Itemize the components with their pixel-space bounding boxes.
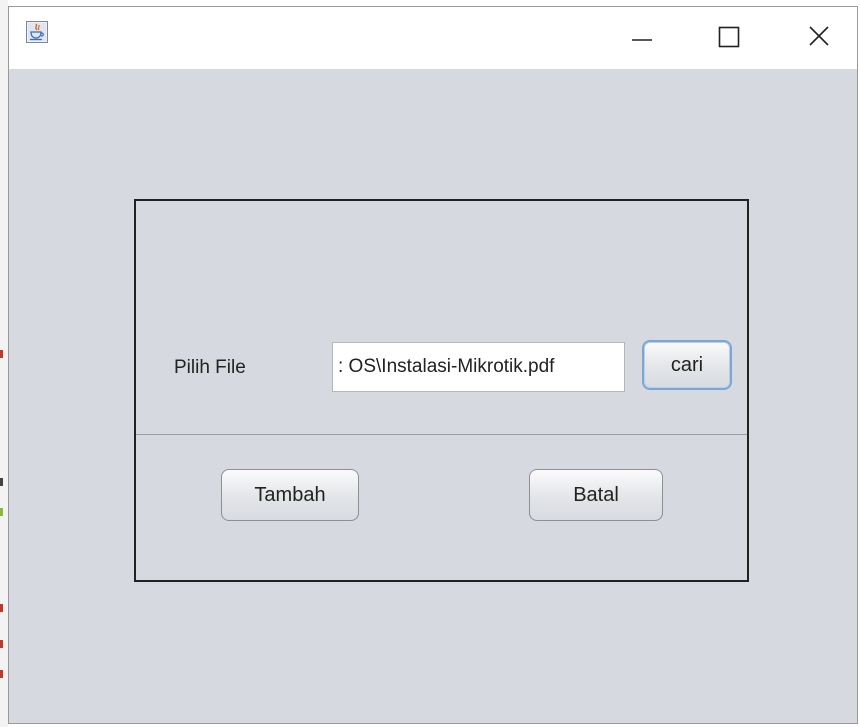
- file-label: Pilih File: [174, 357, 246, 378]
- application-window: Pilih File cari Tambah Batal: [8, 6, 858, 724]
- browse-button[interactable]: cari: [642, 340, 732, 390]
- cancel-button[interactable]: Batal: [529, 469, 663, 521]
- minimize-button[interactable]: [613, 7, 671, 53]
- java-coffee-cup-icon[interactable]: [26, 21, 48, 43]
- edge-mark: [0, 350, 3, 358]
- title-bar[interactable]: [9, 7, 857, 69]
- maximize-button[interactable]: [700, 7, 758, 53]
- separator: [136, 434, 747, 435]
- edge-mark: [0, 640, 3, 648]
- edge-mark: [0, 670, 3, 678]
- maximize-icon: [718, 26, 740, 48]
- edge-mark: [0, 604, 3, 612]
- form-panel: Pilih File cari Tambah Batal: [134, 199, 749, 582]
- edge-mark: [0, 478, 3, 486]
- background-window-edge: [0, 0, 8, 727]
- close-button[interactable]: [790, 7, 848, 53]
- close-icon: [809, 26, 829, 46]
- file-path-field[interactable]: [332, 342, 625, 392]
- content-pane: Pilih File cari Tambah Batal: [9, 69, 857, 723]
- add-button[interactable]: Tambah: [221, 469, 359, 521]
- minimize-icon: [632, 39, 652, 41]
- edge-mark: [0, 508, 3, 516]
